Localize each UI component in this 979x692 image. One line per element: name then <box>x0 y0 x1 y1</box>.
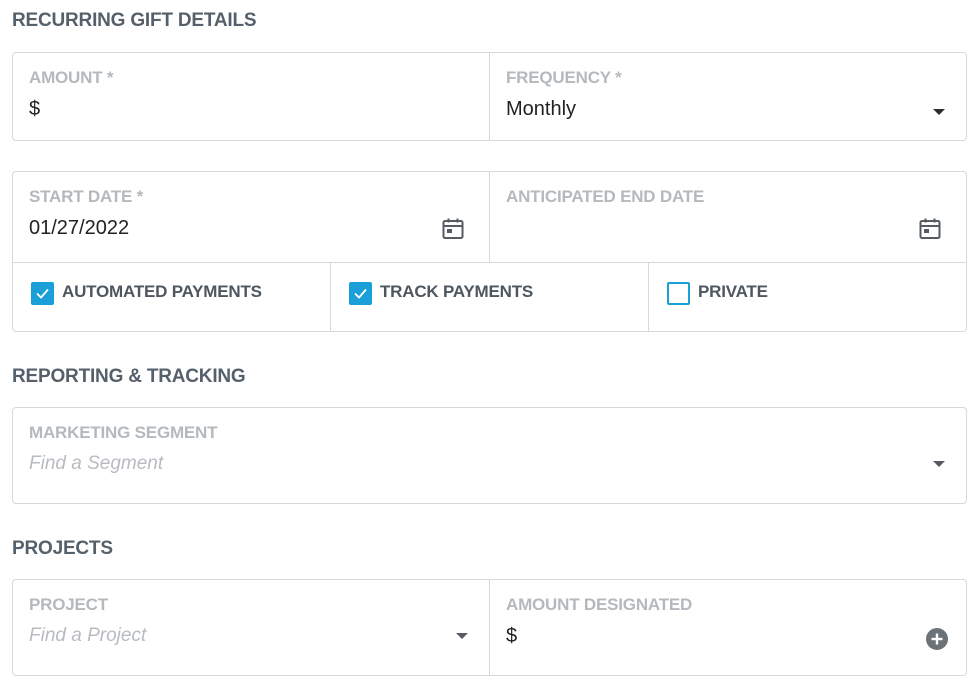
amount-designated-field[interactable]: AMOUNT DESIGNATED $ <box>489 580 966 675</box>
track-payments-checkbox[interactable] <box>349 282 372 305</box>
project-select[interactable]: PROJECT Find a Project <box>13 580 489 675</box>
project-input[interactable]: Find a Project <box>29 625 146 647</box>
private-checkbox[interactable] <box>667 282 690 305</box>
section-title-projects: PROJECTS <box>12 538 113 559</box>
plus-circle-icon[interactable] <box>925 627 949 651</box>
chevron-down-icon[interactable] <box>933 109 945 115</box>
section-title-recurring-gift-details: RECURRING GIFT DETAILS <box>12 10 257 31</box>
marketing-segment-label: MARKETING SEGMENT <box>29 423 218 442</box>
check-icon <box>36 288 49 299</box>
marketing-segment-input[interactable]: Find a Segment <box>29 453 163 475</box>
start-date-input[interactable]: 01/27/2022 <box>29 217 129 240</box>
amount-input[interactable]: $ <box>29 98 40 121</box>
start-date-label: START DATE * <box>29 187 144 206</box>
section-title-reporting-tracking: REPORTING & TRACKING <box>12 366 246 387</box>
calendar-icon[interactable] <box>918 217 942 241</box>
frequency-value[interactable]: Monthly <box>506 98 576 121</box>
frequency-label: FREQUENCY * <box>506 68 622 87</box>
projects-group: PROJECT Find a Project AMOUNT DESIGNATED… <box>12 579 967 676</box>
track-payments-label: TRACK PAYMENTS <box>380 282 534 301</box>
chevron-down-icon[interactable] <box>933 461 945 467</box>
calendar-icon[interactable] <box>441 217 465 241</box>
amount-frequency-group: AMOUNT * $ FREQUENCY * Monthly <box>12 52 967 141</box>
automated-payments-option[interactable]: AUTOMATED PAYMENTS <box>13 263 330 331</box>
automated-payments-checkbox[interactable] <box>31 282 54 305</box>
private-label: PRIVATE <box>698 282 768 301</box>
anticipated-end-date-label: ANTICIPATED END DATE <box>506 187 705 206</box>
chevron-down-icon[interactable] <box>456 633 468 639</box>
anticipated-end-date-field[interactable]: ANTICIPATED END DATE <box>489 172 966 262</box>
amount-field[interactable]: AMOUNT * $ <box>13 53 489 140</box>
amount-label: AMOUNT * <box>29 68 114 87</box>
dates-options-group: START DATE * 01/27/2022 ANTICIPATED END … <box>12 171 967 332</box>
track-payments-option[interactable]: TRACK PAYMENTS <box>330 263 648 331</box>
amount-designated-label: AMOUNT DESIGNATED <box>506 595 693 614</box>
marketing-segment-select[interactable]: MARKETING SEGMENT Find a Segment <box>12 407 967 504</box>
start-date-field[interactable]: START DATE * 01/27/2022 <box>13 172 489 262</box>
amount-designated-input[interactable]: $ <box>506 625 517 648</box>
frequency-select[interactable]: FREQUENCY * Monthly <box>489 53 966 140</box>
private-option[interactable]: PRIVATE <box>648 263 966 331</box>
project-label: PROJECT <box>29 595 108 614</box>
automated-payments-label: AUTOMATED PAYMENTS <box>62 282 262 301</box>
check-icon <box>354 288 367 299</box>
